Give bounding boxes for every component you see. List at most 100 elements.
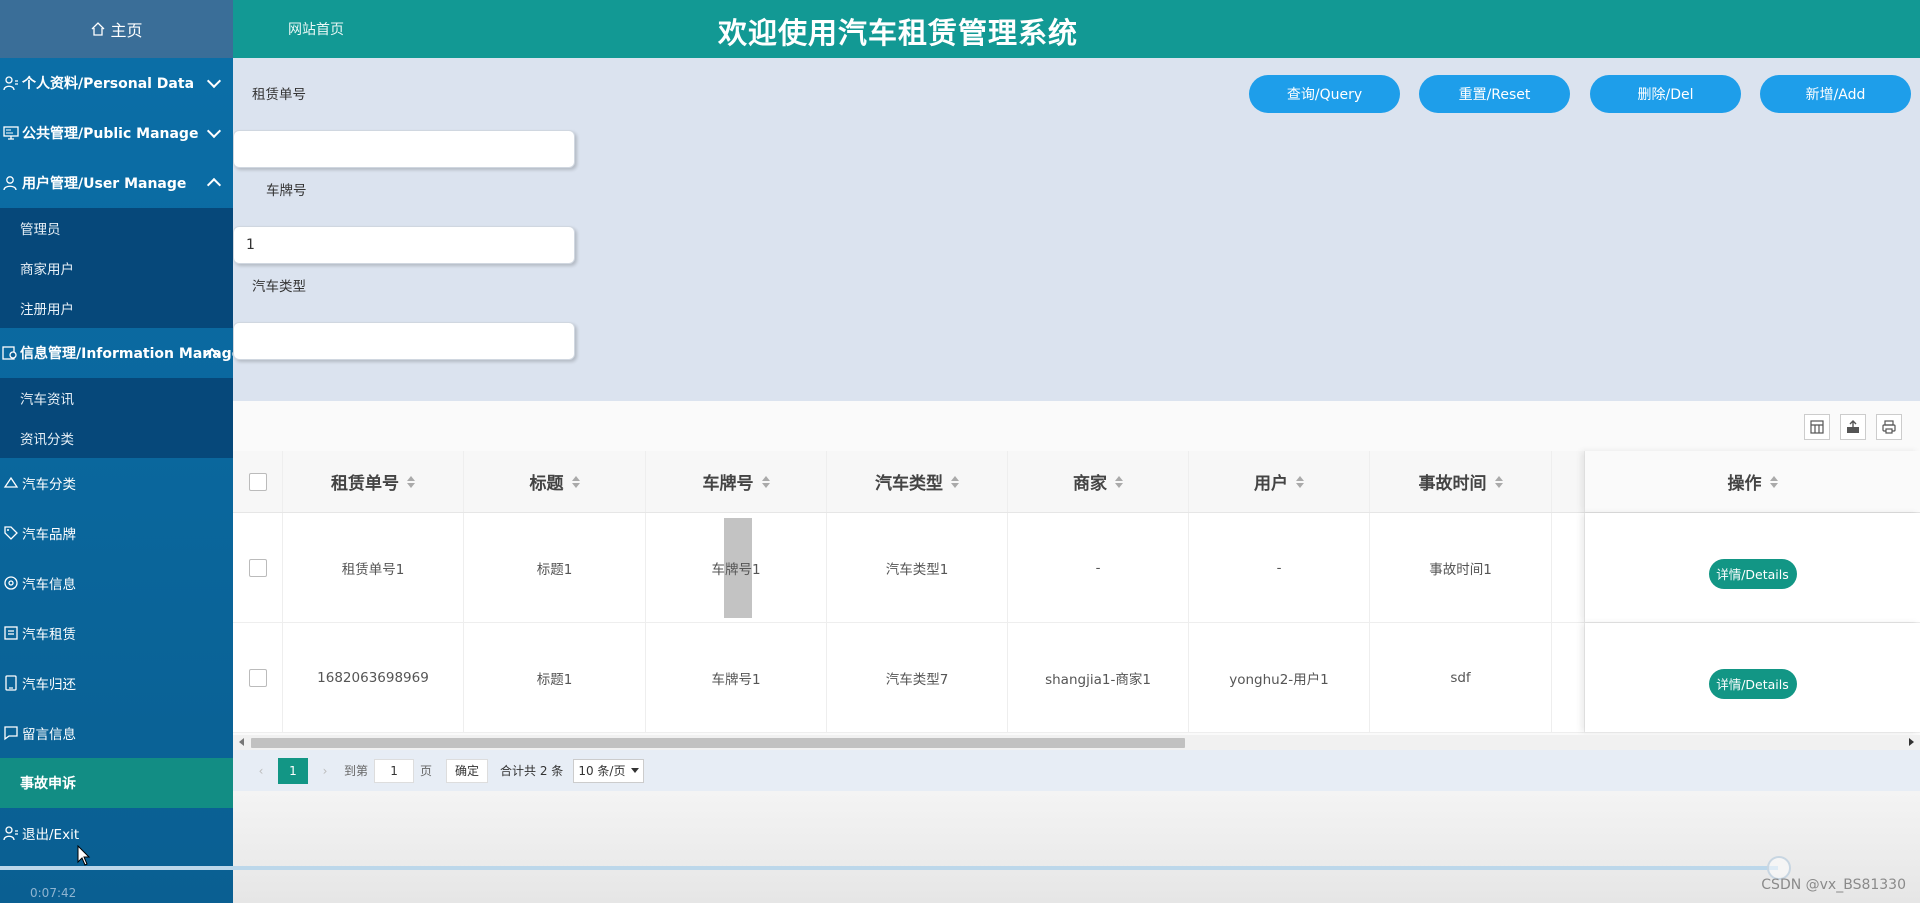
column-header[interactable]: 商家 [1008,451,1189,512]
cell-actions: 详情/Details [1585,623,1920,732]
plate-no-input[interactable]: 1 [233,226,575,264]
sidebar-item-car-return[interactable]: 汽车归还 [0,658,233,708]
column-header-label: 操作 [1727,474,1762,494]
horizontal-scrollbar[interactable] [233,735,1920,750]
cell-merchant: shangjia1-商家1 [1008,623,1189,732]
goto-page-input[interactable]: 1 [374,758,415,783]
sidebar-item-accident-appeal[interactable]: 事故申诉 [0,758,233,808]
sidebar-item-car-info[interactable]: 汽车信息 [0,558,233,608]
column-header-actions[interactable]: 操作 [1585,451,1920,512]
sort-icon[interactable] [407,475,415,488]
add-button[interactable]: 新增/Add [1760,75,1911,113]
bottom-area [233,791,1920,903]
video-progress-track[interactable] [0,866,1778,870]
sort-icon[interactable] [1115,475,1123,488]
scrollbar-thumb[interactable] [251,738,1185,748]
hidden-column-cell [1552,623,1585,732]
cell-rental-no: 租赁单号1 [283,513,464,622]
sidebar-item-news-category[interactable]: 资讯分类 [0,418,233,458]
sidebar-item-registered-users[interactable]: 注册用户 [0,288,233,328]
details-button[interactable]: 详情/Details [1708,558,1797,589]
next-page-icon[interactable]: › [312,758,338,784]
sort-icon[interactable] [951,475,959,488]
sidebar-item-label: 汽车信息 [22,577,76,593]
person-icon [2,74,20,92]
sidebar-item-merchant-users[interactable]: 商家用户 [0,248,233,288]
table-row: 1682063698969 标题1 车牌号1 汽车类型7 shangjia1-商… [233,623,1920,733]
cell-rental-no: 1682063698969 [283,623,464,732]
sidebar-item-messages[interactable]: 留言信息 [0,708,233,758]
rental-no-label: 租赁单号 [252,87,306,103]
export-icon[interactable] [1840,414,1866,440]
cell-merchant: - [1008,513,1189,622]
sort-icon[interactable] [1494,475,1503,488]
sidebar-item-label: 事故申诉 [20,776,76,792]
sort-icon[interactable] [761,475,770,488]
sidebar-item-car-news[interactable]: 汽车资讯 [0,378,233,418]
monitor-icon [2,124,20,142]
sort-icon[interactable] [1296,475,1304,488]
menu-public-manage[interactable]: 公共管理/Public Manage [0,108,233,158]
column-header[interactable]: 用户 [1189,451,1370,512]
cell-accident-time: sdf [1370,623,1552,732]
page-size-value: 10 条/页 [578,764,626,778]
sort-icon[interactable] [1769,475,1778,488]
menu-user-manage[interactable]: 用户管理/User Manage [0,158,233,208]
query-button[interactable]: 查询/Query [1249,75,1400,113]
sidebar-item-admin[interactable]: 管理员 [0,208,233,248]
car-type-input[interactable] [233,322,575,360]
logout-button[interactable]: 退出/Exit [0,808,233,858]
cell-title: 标题1 [464,623,646,732]
rental-no-input[interactable] [233,130,575,168]
scroll-left-icon[interactable] [239,738,244,746]
row-checkbox[interactable] [248,668,267,687]
column-header-label: 标题 [529,474,564,494]
cell-accident-time: 事故时间1 [1370,513,1552,622]
column-header-label: 商家 [1073,474,1107,494]
columns-toggle-icon[interactable] [1804,414,1830,440]
column-header[interactable]: 事故时间 [1370,451,1552,512]
menu-information-manage[interactable]: 信息管理/Information Manage [0,328,233,378]
page-number[interactable]: 1 [278,757,308,784]
chevron-down-icon [206,123,222,139]
row-checkbox[interactable] [248,558,267,577]
select-all-checkbox[interactable] [248,472,267,491]
chevron-down-icon [206,73,222,89]
sidebar-item-car-brand[interactable]: 汽车品牌 [0,508,233,558]
cell-plate-no-text: 车牌号1 [711,561,761,578]
sidebar-item-label: 汽车品牌 [22,527,76,543]
menu-information-manage-label: 信息管理/Information Manage [20,346,233,362]
sidebar-home-label: 主页 [110,21,143,40]
column-header[interactable]: 汽车类型 [827,451,1008,512]
page-size-select[interactable]: 10 条/页 [573,758,645,783]
hidden-column-cell [1552,513,1585,622]
column-header[interactable]: 车牌号 [646,451,827,512]
reset-button[interactable]: 重置/Reset [1419,75,1570,113]
sidebar-item-car-rental[interactable]: 汽车租赁 [0,608,233,658]
column-header[interactable]: 标题 [464,451,646,512]
page-title: 欢迎使用汽车租赁管理系统 [718,16,1079,50]
prev-page-icon[interactable]: ‹ [248,758,274,784]
sidebar-item-car-category[interactable]: 汽车分类 [0,458,233,508]
cell-actions: 详情/Details [1585,513,1920,622]
sidebar-home[interactable]: 主页 [0,0,233,58]
delete-button[interactable]: 删除/Del [1590,75,1741,113]
hidden-column-cell [1552,451,1585,512]
cell-car-type: 汽车类型7 [827,623,1008,732]
menu-personal-data[interactable]: 个人资料/Personal Data [0,58,233,108]
scroll-right-icon[interactable] [1909,738,1914,746]
plate-no-label: 车牌号 [266,183,307,199]
goto-confirm-button[interactable]: 确定 [446,758,489,783]
print-icon[interactable] [1876,414,1902,440]
column-header-label: 事故时间 [1418,474,1487,494]
column-header-label: 用户 [1254,474,1288,494]
sort-icon[interactable] [571,475,580,488]
wheel-icon [2,574,20,592]
column-header[interactable]: 租赁单号 [283,451,464,512]
cell-car-type: 汽车类型1 [827,513,1008,622]
details-button[interactable]: 详情/Details [1708,668,1797,699]
car-category-icon [2,474,20,492]
column-header-label: 汽车类型 [875,474,943,494]
website-home-link[interactable]: 网站首页 [288,19,344,39]
table-header: 租赁单号 标题 车牌号 汽车类型 商家 用户 事故时间 操作 [233,451,1920,513]
